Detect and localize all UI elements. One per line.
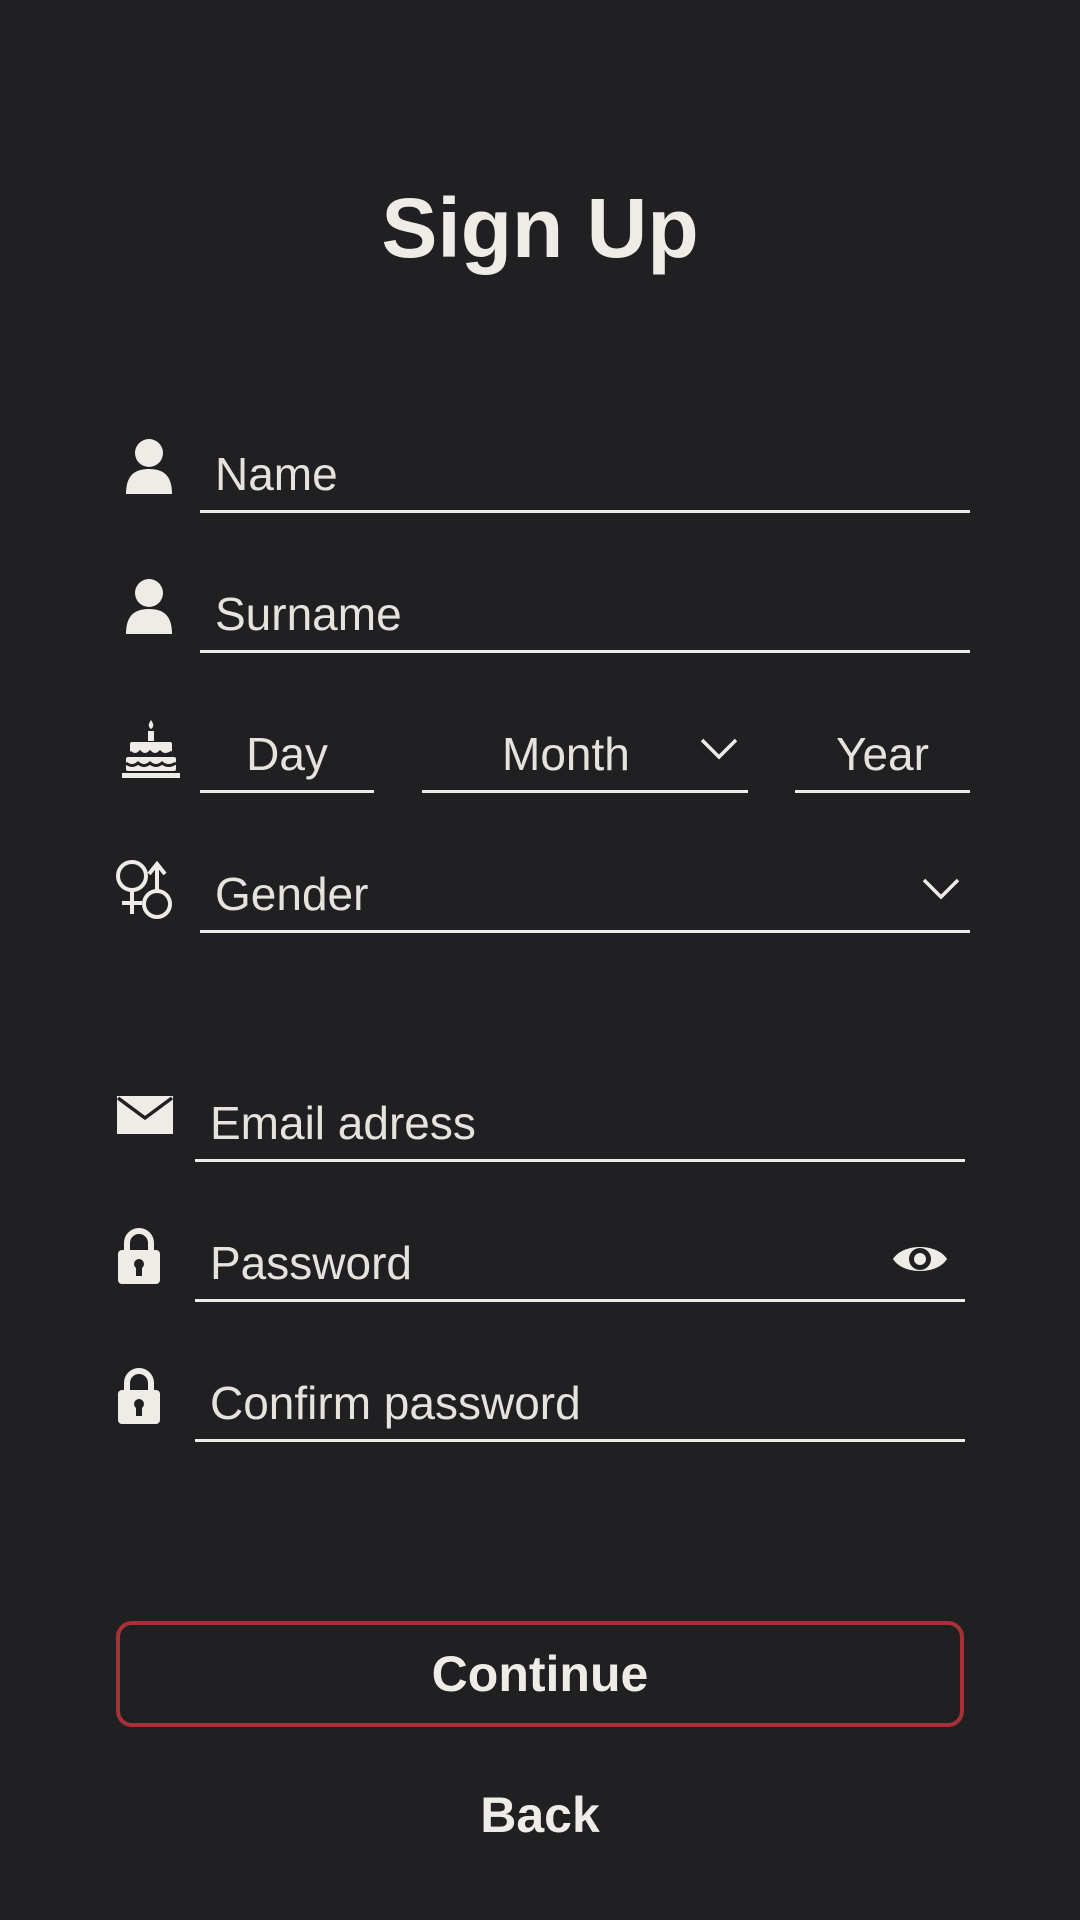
- eye-icon[interactable]: [891, 1238, 949, 1285]
- chevron-down-icon: [922, 877, 960, 906]
- email-placeholder: Email adress: [210, 1097, 476, 1149]
- password-placeholder: Password: [210, 1237, 412, 1289]
- lock-icon: [118, 1228, 160, 1284]
- lock-icon: [118, 1368, 160, 1424]
- day-field[interactable]: Day: [200, 721, 374, 793]
- chevron-down-icon: [700, 737, 738, 766]
- page-title: Sign Up: [381, 181, 699, 275]
- confirm-password-placeholder: Confirm password: [210, 1377, 581, 1429]
- birthday-cake-icon: [122, 718, 180, 778]
- month-placeholder: Month: [502, 728, 630, 780]
- continue-button[interactable]: Continue: [116, 1621, 964, 1727]
- envelope-icon: [117, 1096, 173, 1134]
- year-field[interactable]: Year: [795, 721, 970, 793]
- password-field[interactable]: Password: [195, 1230, 965, 1302]
- signup-screen: Sign Up Name Surname Day Month Year Gend…: [0, 0, 1080, 1920]
- confirm-password-field[interactable]: Confirm password: [195, 1370, 965, 1442]
- gender-placeholder: Gender: [215, 868, 369, 920]
- surname-field[interactable]: Surname: [200, 581, 970, 653]
- gender-select[interactable]: Gender: [200, 861, 970, 933]
- name-placeholder: Name: [215, 448, 338, 500]
- month-select[interactable]: Month: [422, 721, 748, 793]
- back-button[interactable]: Back: [440, 1780, 640, 1850]
- email-field[interactable]: Email adress: [195, 1090, 965, 1162]
- person-icon: [124, 438, 174, 496]
- gender-icon: [114, 858, 176, 920]
- day-placeholder: Day: [246, 728, 328, 780]
- name-field[interactable]: Name: [200, 441, 970, 513]
- year-placeholder: Year: [836, 728, 929, 780]
- person-icon: [124, 578, 174, 636]
- surname-placeholder: Surname: [215, 588, 402, 640]
